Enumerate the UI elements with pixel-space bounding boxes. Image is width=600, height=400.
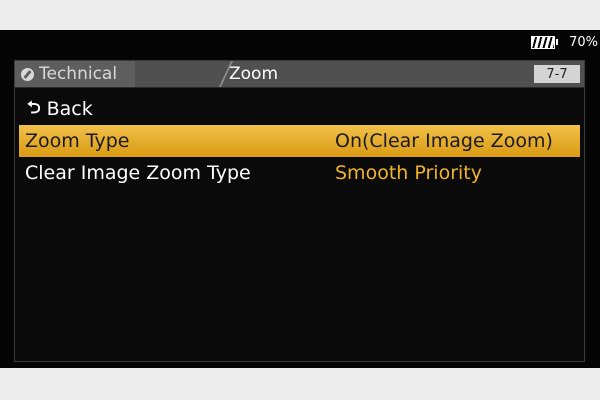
back-label: Back: [46, 98, 93, 120]
menu-item-label: Clear Image Zoom Type: [25, 162, 251, 184]
page-number-badge: 7-7: [534, 65, 580, 83]
menu-header: Technical Zoom 7-7: [15, 61, 584, 88]
wrench-icon: [21, 67, 34, 81]
category-label: Technical: [39, 64, 118, 84]
battery-icon: [531, 35, 559, 49]
status-bar: 70%: [531, 30, 600, 54]
tab-technical[interactable]: Technical: [15, 61, 136, 87]
battery-percentage: 70%: [569, 34, 598, 50]
menu-item-value: On(Clear Image Zoom): [335, 130, 553, 152]
menu-item-zoom-type[interactable]: Zoom Type On(Clear Image Zoom): [19, 125, 580, 157]
menu-list: ⮌ Back Zoom Type On(Clear Image Zoom) Cl…: [15, 93, 584, 189]
camera-screen: 70% Technical Zoom 7-7 ⮌ Back Zoom Type …: [0, 30, 600, 368]
back-button[interactable]: ⮌ Back: [15, 93, 584, 125]
menu-panel: Technical Zoom 7-7 ⮌ Back Zoom Type On(C…: [14, 60, 585, 362]
menu-item-clear-image-zoom-type[interactable]: Clear Image Zoom Type Smooth Priority: [15, 157, 584, 189]
page-title: Zoom: [229, 64, 279, 84]
menu-item-value: Smooth Priority: [335, 162, 482, 184]
back-arrow-icon: ⮌: [27, 97, 41, 118]
